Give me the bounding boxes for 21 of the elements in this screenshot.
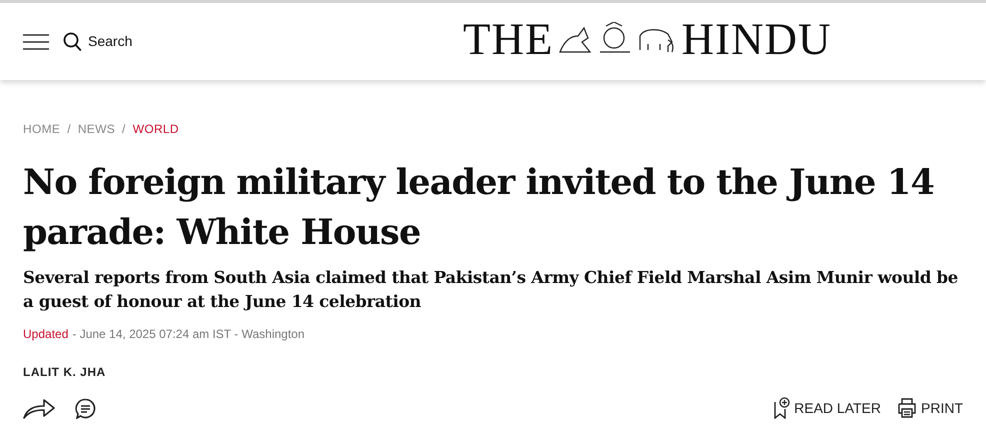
breadcrumb-link[interactable]: HOME xyxy=(23,120,60,138)
article-summary: Several reports from South Asia claimed that Pakistan’s Army Chief Field Marshal Asim Munir would be a guest of honour at the June 14 celebration xyxy=(23,267,959,313)
read-later-button[interactable]: READ LATER xyxy=(774,397,881,419)
breadcrumb-link[interactable]: WORLD xyxy=(132,120,179,138)
breadcrumb-separator: / xyxy=(67,121,71,138)
printer-icon xyxy=(897,398,917,418)
author-link[interactable]: LALIT K. JHA xyxy=(23,363,106,381)
share-icon[interactable] xyxy=(23,397,55,419)
search-button[interactable]: Search xyxy=(63,31,132,52)
article-headline: No foreign military leader invited to the June 14 parade: White House xyxy=(23,161,936,255)
comment-icon[interactable] xyxy=(75,398,96,418)
breadcrumb-separator: / xyxy=(122,121,126,138)
bookmark-icon xyxy=(774,397,790,419)
logo-text: THE xyxy=(463,17,554,62)
update-status: Updated xyxy=(23,326,68,343)
search-icon xyxy=(63,32,82,52)
print-button[interactable]: PRINT xyxy=(897,398,963,418)
logo-text: HINDU xyxy=(681,17,832,62)
breadcrumb-link[interactable]: NEWS xyxy=(78,120,116,138)
dateline: - June 14, 2025 07:24 am IST - Washington xyxy=(72,326,305,343)
menu-icon[interactable] xyxy=(23,34,49,50)
